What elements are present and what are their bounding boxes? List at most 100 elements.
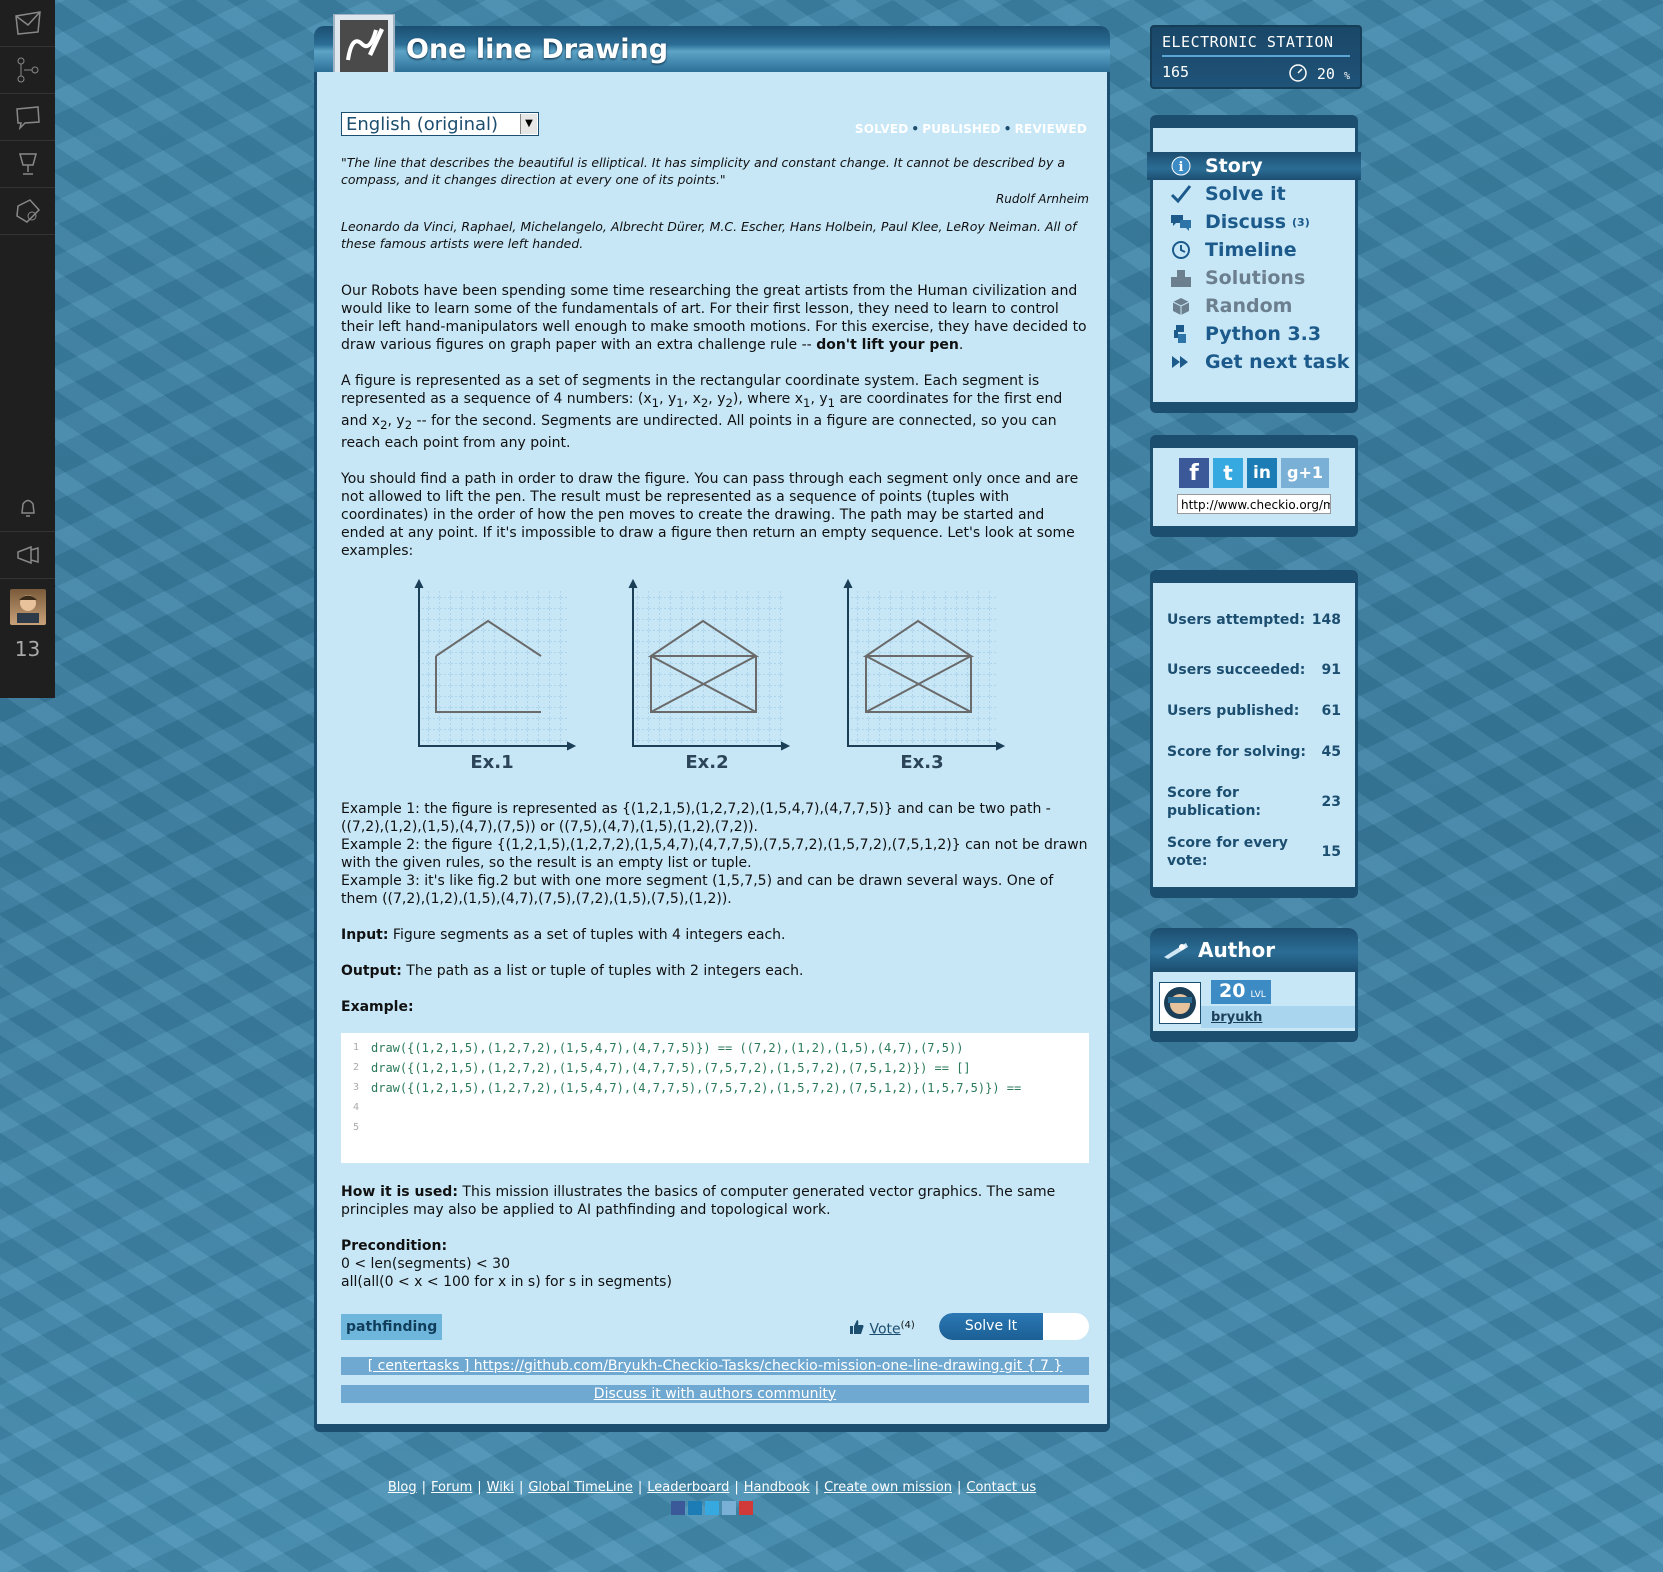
menu-timeline[interactable]: Timeline — [1153, 236, 1355, 264]
solutions-icon — [1169, 267, 1193, 289]
user-level: 13 — [14, 637, 41, 661]
stat-row: Score for every vote: 15 — [1167, 835, 1341, 869]
nav-map[interactable] — [0, 47, 55, 94]
discuss-community-link[interactable]: Discuss it with authors community — [341, 1384, 1089, 1403]
mission-description: "The line that describes the beautiful i… — [341, 154, 1089, 1403]
footer-link-contact[interactable]: Contact us — [966, 1480, 1036, 1495]
station-progress: 20 % — [1288, 63, 1350, 83]
figure-label-ex3: Ex.3 — [900, 752, 943, 773]
svg-text:i: i — [1179, 160, 1184, 175]
linkedin-icon[interactable]: in — [1247, 458, 1277, 488]
figure-label-ex1: Ex.1 — [470, 752, 513, 773]
footer-link-leaderboard[interactable]: Leaderboard — [647, 1480, 729, 1495]
nav-forum[interactable] — [0, 94, 55, 141]
footer-link-blog[interactable]: Blog — [388, 1480, 417, 1495]
repo-link[interactable]: [ centertasks ] https://github.com/Bryuk… — [341, 1356, 1089, 1375]
nav-trophy[interactable] — [0, 141, 55, 188]
mission-header: One line Drawing — [314, 26, 1110, 75]
footer-link-create-mission[interactable]: Create own mission — [824, 1480, 952, 1495]
author-avatar[interactable] — [1159, 982, 1201, 1024]
figure-paragraph: A figure is represented as a set of segm… — [341, 373, 1063, 451]
footer-social — [314, 1501, 1110, 1515]
example-1-text: Example 1: the figure is represented as … — [341, 800, 1051, 835]
nav-notifications[interactable] — [0, 485, 55, 532]
google-plus-icon[interactable] — [722, 1501, 736, 1515]
output-paragraph: Output: The path as a list or tuple of t… — [341, 962, 804, 979]
status-solved: SOLVED — [854, 122, 909, 136]
facebook-icon[interactable] — [671, 1501, 685, 1515]
solve-it-button[interactable]: Solve It — [939, 1312, 1089, 1340]
author-face-icon — [1164, 987, 1196, 1019]
vote-link[interactable]: Vote — [869, 1321, 900, 1337]
code-line: 1 draw({(1,2,1,5),(1,2,7,2),(1,5,4,7),(4,… — [352, 1040, 964, 1055]
mission-status: SOLVED • PUBLISHED • REVIEWED — [854, 122, 1087, 136]
mail-icon[interactable] — [739, 1501, 753, 1515]
linkedin-icon[interactable] — [688, 1501, 702, 1515]
author-name-link[interactable]: bryukh — [1211, 1010, 1262, 1025]
code-example[interactable]: 1 draw({(1,2,1,5),(1,2,7,2),(1,5,4,7),(4,… — [341, 1032, 1089, 1163]
code-line: 5 — [352, 1121, 359, 1133]
menu-python[interactable]: Python 3.3 — [1153, 320, 1355, 348]
menu-story[interactable]: i Story — [1147, 152, 1361, 180]
share-url: http://www.checkio.org/mission/one-line-… — [1181, 498, 1331, 512]
figure-ex1: Ex.1 — [414, 578, 577, 773]
megaphone-icon — [16, 545, 39, 565]
user-avatar[interactable] — [9, 589, 46, 625]
left-nav-bar: 13 — [0, 0, 55, 698]
status-published: PUBLISHED — [922, 122, 1001, 136]
language-select[interactable]: English (original) ▼ — [341, 112, 539, 136]
footer-links: Blog | Forum | Wiki | Global TimeLine | Leaderbo… — [387, 1480, 1037, 1495]
info-icon: i — [1169, 155, 1193, 177]
footer-link-handbook[interactable]: Handbook — [744, 1480, 810, 1495]
language-selected: English (original) — [346, 114, 499, 135]
solve-it-label: Solve It — [939, 1312, 1043, 1340]
stats-box: Users attempted: 148 Users succeeded: 91 U… — [1150, 570, 1358, 898]
station-widget[interactable]: ELECTRONIC STATION 165 20 % — [1150, 25, 1362, 89]
vote-count: (4) — [900, 1319, 915, 1331]
station-count: 165 — [1162, 63, 1190, 81]
nav-add-mission[interactable] — [0, 188, 55, 235]
example-2-text: Example 2: the figure {(1,2,1,5),(1,2,7,… — [341, 836, 1088, 871]
stat-row: Users succeeded: 91 — [1167, 662, 1341, 678]
nav-announcements[interactable] — [0, 532, 55, 579]
twitter-icon[interactable] — [705, 1501, 719, 1515]
tag-pathfinding[interactable]: pathfinding — [341, 1313, 443, 1340]
footer-link-timeline[interactable]: Global TimeLine — [528, 1480, 633, 1495]
figure-ex3: Ex.3 — [843, 578, 1006, 773]
action-row: pathfinding Vote(4) Solve It — [341, 1311, 1089, 1345]
clock-icon — [1169, 239, 1193, 261]
facebook-icon[interactable]: f — [1179, 458, 1209, 488]
menu-next-task[interactable]: Get next task — [1153, 348, 1355, 376]
menu-solve-it[interactable]: Solve it — [1153, 180, 1355, 208]
menu-solutions[interactable]: Solutions — [1153, 264, 1355, 292]
code-line: 4 — [352, 1101, 359, 1113]
stat-row: Score for solving: 45 — [1167, 744, 1341, 760]
chat-icon — [15, 106, 40, 131]
example-heading: Example: — [341, 998, 414, 1015]
add-mission-icon — [15, 199, 40, 223]
author-level-badge: 20 LVL — [1211, 980, 1271, 1004]
mission-menu: i Story Solve it Discuss (3) Timeline Sol… — [1147, 115, 1361, 413]
examples-paragraph: Example 1: the figure is represented as … — [341, 800, 1089, 908]
figure-ex2: Ex.2 — [628, 578, 791, 773]
mission-panel-bottom — [314, 1424, 1110, 1432]
author-header: Author — [1150, 928, 1358, 972]
code-line: 3 draw({(1,2,1,5),(1,2,7,2),(1,5,4,7),(4,… — [352, 1080, 1022, 1095]
twitter-icon[interactable]: t — [1213, 458, 1243, 488]
mission-panel: One line Drawing English (original) ▼ SO… — [314, 14, 1110, 1432]
share-url-field[interactable]: http://www.checkio.org/mission/one-line-… — [1177, 494, 1331, 514]
footer-link-wiki[interactable]: Wiki — [487, 1480, 514, 1495]
google-plus-icon[interactable]: g+1 — [1281, 458, 1329, 488]
discuss-icon — [1169, 211, 1193, 233]
rule-highlight: don't lift your pen — [816, 337, 959, 353]
input-paragraph: Input: Figure segments as a set of tuple… — [341, 926, 786, 943]
gauge-icon — [1289, 64, 1307, 82]
how-used-paragraph: How it is used: This mission illustrates… — [341, 1183, 1056, 1218]
menu-random[interactable]: Random — [1153, 292, 1355, 320]
vote-control[interactable]: Vote(4) — [849, 1317, 915, 1339]
figure-label-ex2: Ex.2 — [685, 752, 728, 773]
stat-row: Score for publication: 23 — [1167, 785, 1341, 819]
nav-home[interactable] — [0, 0, 55, 47]
footer-link-forum[interactable]: Forum — [431, 1480, 472, 1495]
menu-discuss[interactable]: Discuss (3) — [1153, 208, 1355, 236]
